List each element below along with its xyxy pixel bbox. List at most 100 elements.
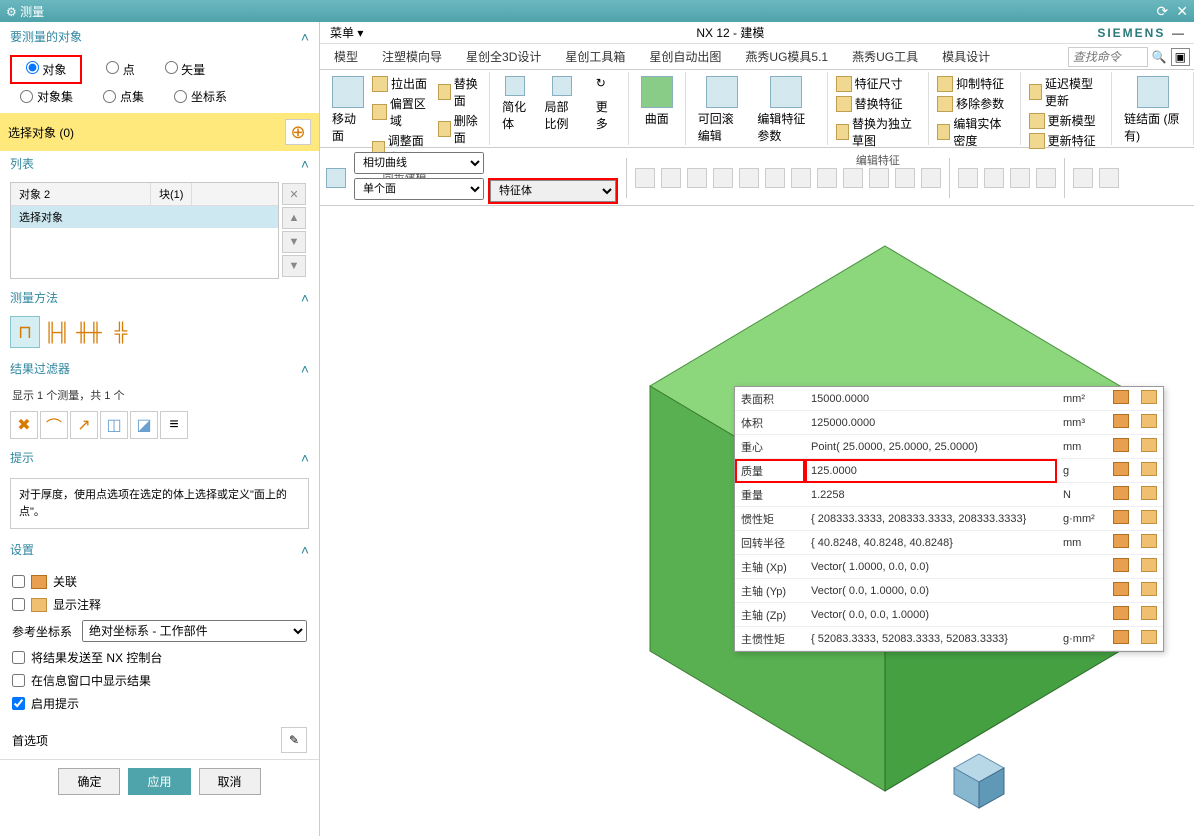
tab-toolbox[interactable]: 星创工具箱 bbox=[555, 44, 635, 69]
pencil-icon[interactable]: ✎ bbox=[281, 727, 307, 753]
copy-icon[interactable] bbox=[1113, 510, 1129, 524]
extrude-face[interactable]: 拉出面 bbox=[370, 74, 436, 93]
replace-face[interactable]: 替换面 bbox=[436, 74, 483, 110]
copy-icon[interactable] bbox=[1113, 438, 1129, 452]
result-row[interactable]: 主轴 (Yp)Vector( 0.0, 1.0000, 0.0) bbox=[735, 579, 1163, 603]
body-icon[interactable] bbox=[326, 168, 346, 188]
ok-button[interactable]: 确定 bbox=[58, 768, 120, 795]
annotate-icon[interactable] bbox=[1141, 606, 1157, 620]
copy-icon[interactable] bbox=[1113, 414, 1129, 428]
single-face-select[interactable]: 单个面 bbox=[354, 178, 484, 200]
ref-csys-select[interactable]: 绝对坐标系 - 工作部件 bbox=[82, 620, 307, 642]
more-button[interactable]: ↻更多 bbox=[590, 74, 622, 134]
measure-mode-1[interactable]: ⊓ bbox=[10, 316, 40, 348]
measure-mode-4[interactable]: ╬ bbox=[106, 316, 136, 348]
edit-param[interactable]: 编辑特征参数 bbox=[751, 74, 820, 146]
copy-icon[interactable] bbox=[1113, 534, 1129, 548]
checkbox-show-info[interactable]: 在信息窗口中显示结果 bbox=[12, 669, 307, 692]
list-header[interactable]: 列表˄ bbox=[0, 151, 319, 176]
filter-icon-5[interactable]: ◪ bbox=[130, 411, 158, 439]
annotate-icon[interactable] bbox=[1141, 414, 1157, 428]
result-row[interactable]: 主惯性矩{ 52083.3333, 52083.3333, 52083.3333… bbox=[735, 627, 1163, 651]
measure-mode-2[interactable]: ╟╢ bbox=[42, 316, 72, 348]
result-filter-header[interactable]: 结果过滤器˄ bbox=[0, 354, 319, 383]
tab-mold[interactable]: 注塑模向导 bbox=[372, 44, 452, 69]
indep-sketch[interactable]: 替换为独立草图 bbox=[834, 114, 922, 150]
cancel-button[interactable]: 取消 bbox=[199, 768, 261, 795]
checkbox-anno[interactable]: 显示注释 bbox=[12, 593, 307, 616]
window-icon[interactable]: ▣ bbox=[1171, 48, 1190, 66]
result-row[interactable]: 体积125000.0000mm³ bbox=[735, 411, 1163, 435]
tab-yx1[interactable]: 燕秀UG模具5.1 bbox=[735, 44, 838, 69]
tool-icon[interactable] bbox=[791, 168, 811, 188]
annotate-icon[interactable] bbox=[1141, 630, 1157, 644]
copy-icon[interactable] bbox=[1113, 390, 1129, 404]
pref-label[interactable]: 首选项 bbox=[12, 732, 48, 749]
filter-icon-2[interactable]: ⌒ bbox=[40, 411, 68, 439]
radio-objset[interactable]: 对象集 bbox=[20, 88, 73, 105]
annotate-icon[interactable] bbox=[1141, 486, 1157, 500]
tool-icon[interactable] bbox=[958, 168, 978, 188]
radio-point[interactable]: 点 bbox=[106, 63, 134, 77]
result-row[interactable]: 重量1.2258N bbox=[735, 483, 1163, 507]
tool-icon[interactable] bbox=[765, 168, 785, 188]
rollback-edit[interactable]: 可回滚编辑 bbox=[692, 74, 752, 146]
result-row[interactable]: 惯性矩{ 208333.3333, 208333.3333, 208333.33… bbox=[735, 507, 1163, 531]
filter-icon-4[interactable]: ◫ bbox=[100, 411, 128, 439]
objects-header[interactable]: 要测量的对象˄ bbox=[0, 22, 319, 51]
feature-body-select[interactable]: 特征体 bbox=[490, 180, 616, 202]
tool-icon[interactable] bbox=[635, 168, 655, 188]
close-icon[interactable]: ✕ bbox=[1176, 3, 1188, 20]
copy-icon[interactable] bbox=[1113, 486, 1129, 500]
list-bottom-button[interactable]: ▼ bbox=[282, 255, 306, 277]
annotate-icon[interactable] bbox=[1141, 558, 1157, 572]
tool-icon[interactable] bbox=[984, 168, 1004, 188]
settings-header[interactable]: 设置˄ bbox=[0, 535, 319, 564]
checkbox-assoc[interactable]: 关联 bbox=[12, 570, 307, 593]
graphics-canvas[interactable]: 表面积15000.0000mm²体积125000.0000mm³重心Point(… bbox=[320, 206, 1194, 836]
replace-feat[interactable]: 替换特征 bbox=[834, 94, 922, 113]
result-row[interactable]: 回转半径{ 40.8248, 40.8248, 40.8248}mm bbox=[735, 531, 1163, 555]
offset-region[interactable]: 偏置区域 bbox=[370, 94, 436, 130]
filter-icon-6[interactable]: ≡ bbox=[160, 411, 188, 439]
tab-3d[interactable]: 星创全3D设计 bbox=[456, 44, 551, 69]
target-icon[interactable]: ⊕ bbox=[285, 119, 311, 145]
result-row[interactable]: 重心Point( 25.0000, 25.0000, 25.0000)mm bbox=[735, 435, 1163, 459]
checkbox-enable-tip[interactable]: 启用提示 bbox=[12, 692, 307, 715]
feat-dim[interactable]: 特征尺寸 bbox=[834, 74, 922, 93]
tool-icon[interactable] bbox=[921, 168, 941, 188]
tool-icon[interactable] bbox=[1099, 168, 1119, 188]
tool-icon[interactable] bbox=[687, 168, 707, 188]
checkbox-send-nx[interactable]: 将结果发送至 NX 控制台 bbox=[12, 646, 307, 669]
reset-icon[interactable]: ⟳ bbox=[1157, 3, 1169, 20]
result-row[interactable]: 主轴 (Xp)Vector( 1.0000, 0.0, 0.0) bbox=[735, 555, 1163, 579]
local-scale[interactable]: 局部比例 bbox=[538, 74, 585, 134]
object-list[interactable]: 对象 2块(1) 选择对象 ✕ ▲ ▼ ▼ bbox=[10, 182, 279, 279]
suppress-feat[interactable]: 抑制特征 bbox=[935, 74, 1014, 93]
radio-csys[interactable]: 坐标系 bbox=[174, 88, 227, 105]
copy-icon[interactable] bbox=[1113, 462, 1129, 476]
select-object-bar[interactable]: 选择对象 (0) ⊕ bbox=[0, 113, 319, 151]
result-row[interactable]: 质量125.0000g bbox=[735, 459, 1163, 483]
tool-icon[interactable] bbox=[895, 168, 915, 188]
tool-icon[interactable] bbox=[869, 168, 889, 188]
tool-icon[interactable] bbox=[1010, 168, 1030, 188]
annotate-icon[interactable] bbox=[1141, 582, 1157, 596]
annotate-icon[interactable] bbox=[1141, 438, 1157, 452]
tab-yx2[interactable]: 燕秀UG工具 bbox=[842, 44, 928, 69]
tangent-curve-select[interactable]: 相切曲线 bbox=[354, 152, 484, 174]
filter-icon-1[interactable]: ✖ bbox=[10, 411, 38, 439]
filter-icon-3[interactable]: ↗ bbox=[70, 411, 98, 439]
radio-pointset[interactable]: 点集 bbox=[103, 88, 144, 105]
tool-icon[interactable] bbox=[1073, 168, 1093, 188]
apply-button[interactable]: 应用 bbox=[128, 768, 190, 795]
update-model[interactable]: 更新模型 bbox=[1027, 111, 1106, 130]
tool-icon[interactable] bbox=[739, 168, 759, 188]
list-delete-button[interactable]: ✕ bbox=[282, 183, 306, 205]
tab-design[interactable]: 模具设计 bbox=[932, 44, 1000, 69]
search-input[interactable] bbox=[1068, 47, 1148, 67]
surface-button[interactable]: 曲面 bbox=[635, 74, 679, 129]
delay-update[interactable]: 延迟模型更新 bbox=[1027, 74, 1106, 110]
delete-face[interactable]: 删除面 bbox=[436, 111, 483, 147]
link-face[interactable]: 链结面 (原有) bbox=[1118, 74, 1187, 146]
